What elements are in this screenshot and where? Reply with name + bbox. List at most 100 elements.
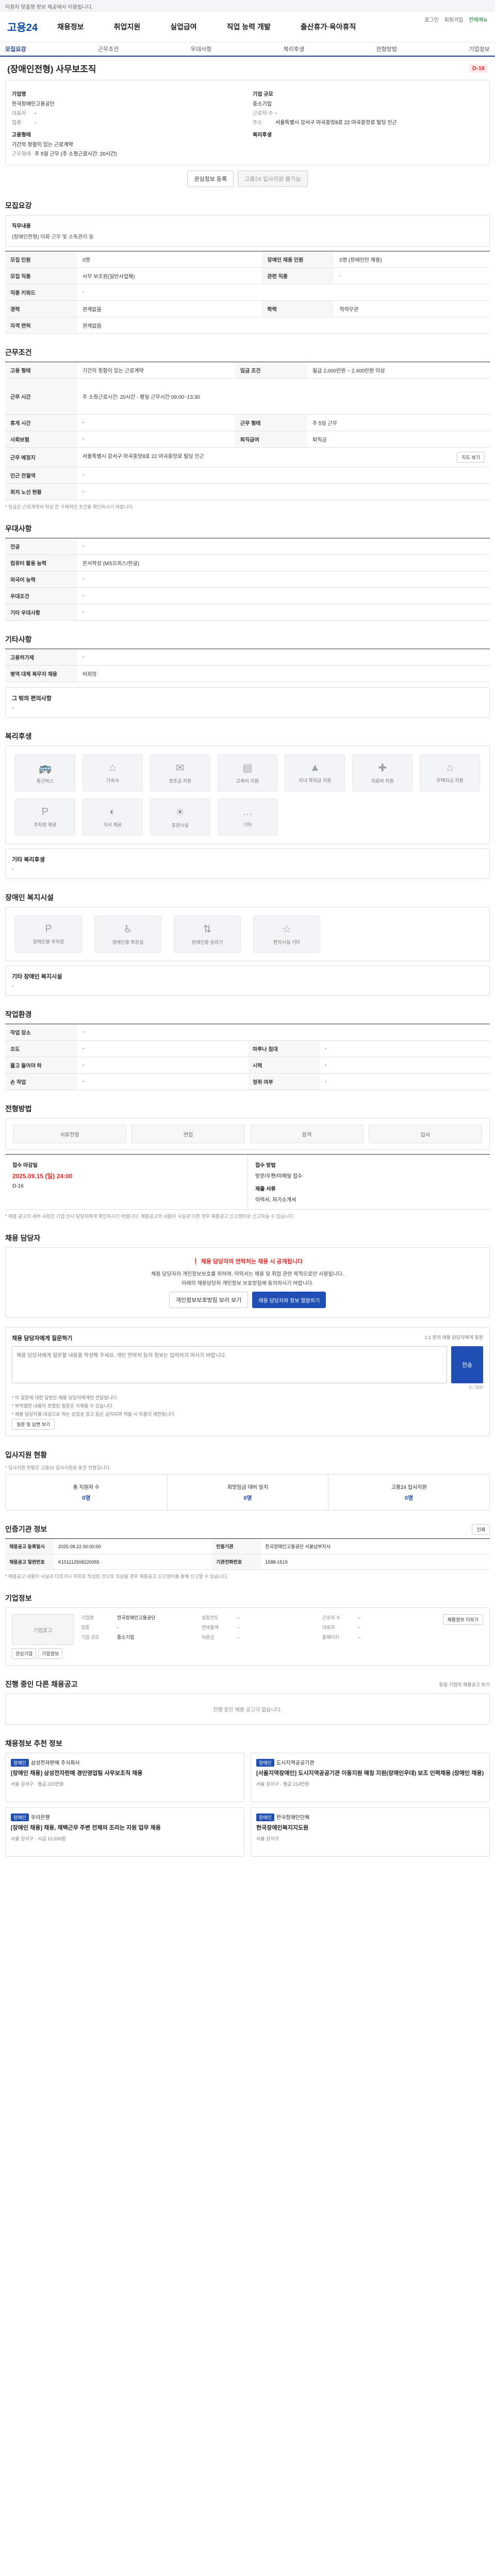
- all-menu-link[interactable]: 전체메뉴: [469, 18, 488, 23]
- tab-process[interactable]: 전형방법: [376, 45, 397, 53]
- inquiry-heading: 채용 담당자에게 질문하기: [12, 1335, 73, 1342]
- worksite-table: 작업 장소 - 조도 - 마루나 침대 - 물고 들어야 하 - 시력 - 손 작업 - 청취 여…: [5, 1024, 490, 1090]
- view-contact-button[interactable]: 채용 담당자와 정보 열람하기: [252, 1292, 326, 1308]
- medical-icon: ✚: [378, 762, 387, 774]
- stats-heading: 입사지원 현황: [5, 1451, 47, 1459]
- recommend-badge: 장애인: [11, 1814, 29, 1821]
- table-row: 기타 우대사항 -: [5, 604, 490, 621]
- welfare-item: 🚌 통근버스: [15, 754, 75, 791]
- gnb-item-support[interactable]: 취업지원: [114, 22, 141, 32]
- welfare-item-label: 경조금 지원: [169, 778, 192, 784]
- employ-kind-label: 고용형태: [12, 132, 31, 138]
- cell-value: 학력무관: [334, 300, 490, 317]
- recommend-card[interactable]: 장애인 한국장애인단체 한국장애인복지지도원 서울 강서구: [251, 1807, 490, 1857]
- cell-value: 퇴직금: [307, 431, 490, 448]
- cell-key: 직종 키워드: [5, 284, 77, 301]
- tab-preference[interactable]: 우대사항: [191, 45, 211, 53]
- restroom-icon: ♿: [123, 924, 133, 935]
- docs-value: 이력서, 자기소개서: [255, 1197, 296, 1203]
- gnb-item-jobs[interactable]: 채용정보: [57, 22, 84, 32]
- company-field: 설립연도 -: [202, 1614, 315, 1621]
- gnb-item-benefit[interactable]: 실업급여: [170, 22, 197, 32]
- cell-key: 손 작업: [5, 1073, 77, 1090]
- print-button[interactable]: 인쇄: [472, 1523, 490, 1535]
- convenience-icon: ☆: [282, 924, 291, 935]
- gnb-item-leave[interactable]: 출산휴가·육아휴직: [301, 22, 356, 32]
- privacy-policy-button[interactable]: 개인정보보호방침 보러 보기: [169, 1292, 249, 1308]
- agency-section: 인증기관 정보 인쇄 채용공고 등록일시 2025.08.22 00:00:00 인…: [5, 1520, 490, 1580]
- docs-label: 제출 서류: [255, 1187, 276, 1192]
- stat-value: 0명: [82, 1495, 91, 1501]
- recommend-card[interactable]: 장애인 삼성전자판매 주식회사 [장애인 채용] 삼성전자판매 경인영업팀 사무보…: [5, 1753, 244, 1802]
- disabled-facility-other-value: -: [12, 984, 14, 989]
- scrap-button[interactable]: 관심정보 등록: [187, 171, 234, 187]
- gnb-item-training[interactable]: 직업 능력 개발: [227, 22, 271, 32]
- cell-value: -: [77, 1024, 490, 1041]
- cell-value: -: [77, 431, 235, 448]
- tab-welfare[interactable]: 복리후생: [284, 45, 304, 53]
- etc-table: 고용허가제 - 병역 대체 복무자 채용 비희망: [5, 649, 490, 682]
- disabled-convenience-label: 그 밖의 편의사항: [12, 696, 52, 702]
- facility-item-label: 장애인용 주차장: [32, 939, 64, 944]
- stat-value: 0명: [405, 1495, 414, 1501]
- qna-view-button[interactable]: 질문 및 답변 보기: [12, 1419, 55, 1430]
- tab-conditions[interactable]: 근무조건: [98, 45, 119, 53]
- welfare-item: ◐ 식사 제공: [82, 799, 143, 836]
- recommend-list: 장애인 삼성전자판매 주식회사 [장애인 채용] 삼성전자판매 경인영업팀 사무보…: [5, 1753, 490, 1857]
- login-link[interactable]: 로그인: [424, 18, 439, 23]
- welfare-item: ⌂ 주택자금 지원: [420, 754, 480, 791]
- process-note: * 채용 공고의 세부 사항은 기업 인사 담당자에게 확인하시기 바랍니다. …: [5, 1214, 295, 1219]
- inquiry-send-button[interactable]: 전송: [451, 1346, 483, 1383]
- welfare-other-label: 기타 복리후생: [12, 857, 45, 863]
- inquiry-counter: 0 / 500: [469, 1385, 483, 1390]
- work-label: 근무형태: [12, 151, 31, 157]
- tab-recruit[interactable]: 모집요강: [5, 45, 26, 53]
- inquiry-section: 채용 담당자에게 질문하기 1:1 문의 채용 담당자에게 질문 전송 0 / …: [5, 1327, 490, 1436]
- inquiry-input[interactable]: [12, 1346, 447, 1383]
- recommend-badge: 장애인: [256, 1814, 274, 1821]
- facility-item: P 장애인용 주차장: [15, 916, 82, 953]
- staff-label: 근로자 수: [253, 111, 273, 116]
- welfare-heading: 복리후생: [5, 732, 32, 740]
- field-value: -: [237, 1615, 239, 1620]
- recommend-card[interactable]: 장애인 도시지역공공기관 [서울지역장애인] 도시지역공공기관 이동지원 매칭 지…: [251, 1753, 490, 1802]
- same-company-link[interactable]: 동일 기업의 채용공고 보기: [439, 1681, 490, 1688]
- field-label: 대표자: [322, 1625, 335, 1630]
- apply-disabled-button[interactable]: 고용24 입사지원 불가능: [238, 171, 308, 187]
- stat-item: 희망임금 대비 일치 0명: [167, 1475, 328, 1510]
- recommend-card[interactable]: 장애인 우리은행 [장애인 채용] 채용, 채택근무 주변 전체의 조리는 지원 …: [5, 1807, 244, 1857]
- favorite-company-button[interactable]: 관심기업: [12, 1648, 37, 1659]
- contact-desc2: 아래의 채용담당자 개인정보 보호방침에 동의하시기 바랍니다.: [182, 1281, 314, 1286]
- jobcontent-value: (장애인전형) 미화 근무 및 소독관리 등: [12, 234, 94, 240]
- recommend-title: [장애인 채용] 삼성전자판매 경인영업팀 사무보조직 채용: [11, 1770, 143, 1776]
- stats-section: 입사지원 현황 * 입사지원 현황은 고용24 입사지원을 통한 현황입니다. …: [5, 1446, 490, 1511]
- address-value: 서울특별시 강서구 마곡중앙8로 22 마곡중앙로 빌딩 인근: [275, 120, 397, 126]
- company-field: 자본금 -: [202, 1634, 315, 1640]
- dday-badge: D-16: [469, 64, 488, 73]
- contact-desc1: 채용 담당자의 개인정보보호를 위하여, 이력서는 채용 및 취업 관련 목적으…: [151, 1272, 344, 1277]
- company-info-button[interactable]: 기업정보: [38, 1648, 63, 1659]
- recommend-section: 채용정보 추천 정보 장애인 삼성전자판매 주식회사 [장애인 채용] 삼성전자판…: [5, 1734, 490, 1857]
- field-label: 기업 규모: [81, 1635, 100, 1640]
- cell-value: 0명 (장애인만 채용): [334, 251, 490, 268]
- table-row: 직종 키워드 -: [5, 284, 490, 301]
- cell-value: -: [77, 414, 235, 431]
- size-label: 기업 규모: [253, 92, 273, 97]
- same-company-heading: 진행 중인 다른 채용공고: [5, 1680, 78, 1688]
- elevator-icon: ⇅: [203, 924, 212, 935]
- etc-icon: …: [242, 806, 253, 818]
- contact-warn: ❗ 채용 담당자의 연락처는 채용 시 공개됩니다: [13, 1257, 482, 1265]
- more-jobs-button[interactable]: 채용정보 더보기: [442, 1614, 483, 1625]
- site-logo[interactable]: 고용24: [7, 19, 38, 34]
- table-row: 모집 인원 0명 장애인 채용 인원 0명 (장애인만 채용): [5, 251, 490, 268]
- recruit-section: 모집요강 직무내용 (장애인전형) 미화 근무 및 소독관리 등 모집 인원 0명…: [5, 196, 490, 334]
- map-button[interactable]: 지도 보기: [457, 452, 485, 463]
- signup-link[interactable]: 회원가입: [444, 18, 464, 23]
- welfare-item-label: 의료비 지원: [371, 778, 394, 784]
- table-row: 채용공고 등록일시 2025.08.22 00:00:00 인증기관 한국장애인고용공…: [5, 1538, 490, 1554]
- tab-company[interactable]: 기업정보: [469, 45, 489, 53]
- welfare-label: 복리후생: [253, 132, 272, 138]
- job-summary-box: 기업명 한국장애인고용공단 대표자 - 업종 - 기업 규모 중소기업 근로자 수-…: [5, 80, 490, 165]
- process-step: 면접: [131, 1125, 245, 1143]
- welfare-item: ✉ 경조금 지원: [150, 754, 210, 791]
